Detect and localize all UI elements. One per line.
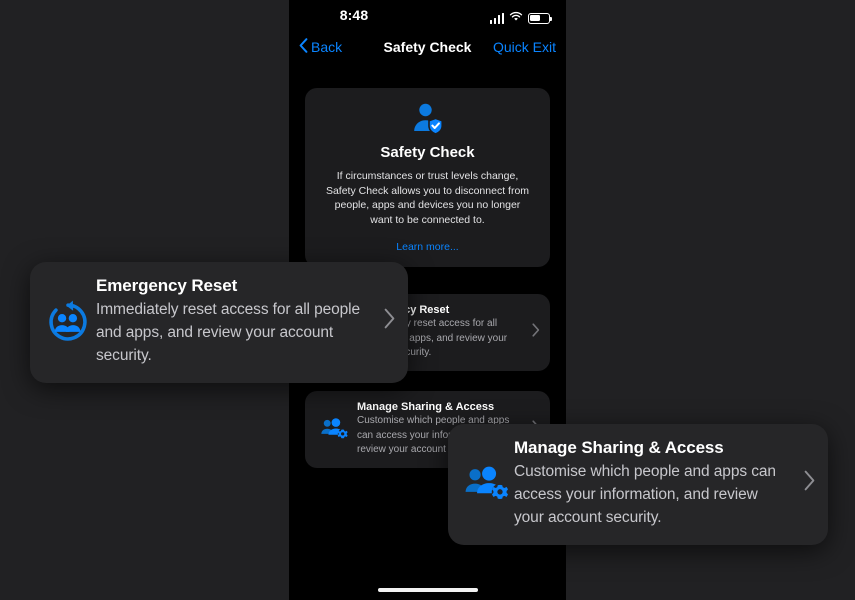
wifi-icon xyxy=(509,9,523,27)
cellular-bars-icon xyxy=(489,12,504,24)
tooltip-description: Customise which people and apps can acce… xyxy=(514,463,776,526)
chevron-right-icon xyxy=(530,323,540,341)
status-bar-icons xyxy=(489,9,553,27)
screenshot-root: 8:48 Back Safety Check Quick Exit Safety… xyxy=(0,0,855,600)
tooltip-title: Emergency Reset xyxy=(96,276,238,295)
home-indicator xyxy=(377,588,478,592)
learn-more-link[interactable]: Learn more... xyxy=(319,241,536,253)
tooltip-title: Manage Sharing & Access xyxy=(514,438,724,457)
chevron-right-icon xyxy=(376,308,404,335)
quick-exit-button[interactable]: Quick Exit xyxy=(493,39,556,55)
tooltip-text: Emergency Reset Immediately reset access… xyxy=(96,276,376,367)
status-bar: 8:48 xyxy=(289,0,566,32)
hero-description: If circumstances or trust levels change,… xyxy=(325,170,530,226)
manage-sharing-icon xyxy=(317,416,351,442)
row-title: Manage Sharing & Access xyxy=(357,401,495,413)
safety-check-hero-card: Safety Check If circumstances or trust l… xyxy=(305,88,550,267)
status-bar-time: 8:48 xyxy=(339,7,369,23)
battery-icon xyxy=(528,12,553,24)
navigation-bar: Back Safety Check Quick Exit xyxy=(289,36,566,64)
tooltip-manage-sharing-access[interactable]: Manage Sharing & Access Customise which … xyxy=(448,424,828,545)
manage-sharing-icon xyxy=(458,463,514,505)
chevron-right-icon xyxy=(796,470,824,497)
tooltip-text: Manage Sharing & Access Customise which … xyxy=(514,438,796,529)
hero-title: Safety Check xyxy=(380,144,475,161)
tooltip-description: Immediately reset access for all people … xyxy=(96,301,361,364)
person-shield-check-icon xyxy=(319,102,536,136)
emergency-reset-icon xyxy=(40,299,96,345)
tooltip-emergency-reset[interactable]: Emergency Reset Immediately reset access… xyxy=(30,262,408,383)
